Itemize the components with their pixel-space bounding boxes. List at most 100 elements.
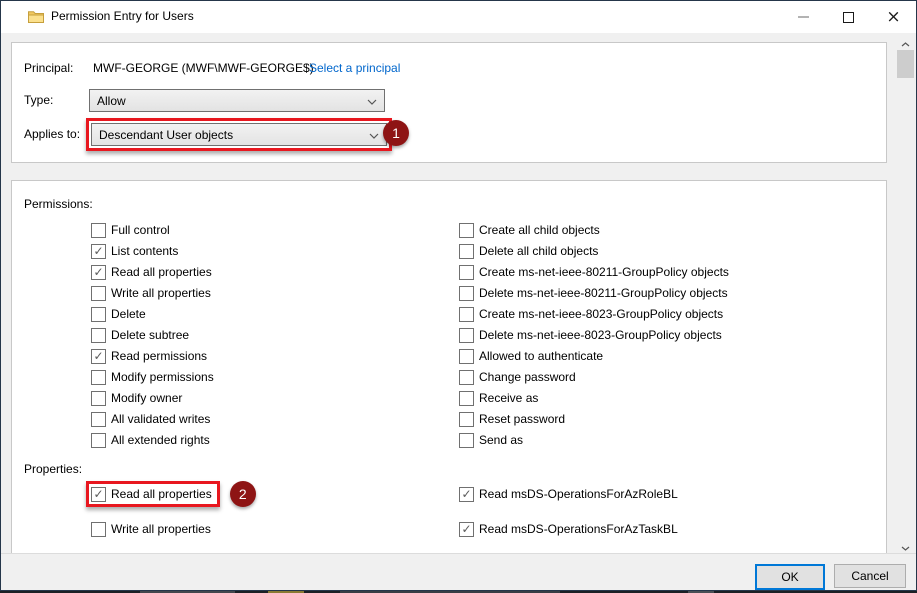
- applies-to-dropdown-value: Descendant User objects: [99, 128, 233, 142]
- checkbox-write-all-properties[interactable]: Write all properties: [91, 285, 214, 301]
- checkbox-label: Send as: [479, 433, 523, 447]
- unchecked-checkbox-icon: [459, 391, 474, 406]
- chevron-down-icon: [367, 94, 377, 108]
- checkbox-label: Create ms-net-ieee-80211-GroupPolicy obj…: [479, 265, 729, 279]
- checked-checkbox-icon: ✓: [91, 349, 106, 364]
- unchecked-checkbox-icon: [459, 370, 474, 385]
- cancel-button[interactable]: Cancel: [834, 564, 906, 588]
- checked-checkbox-icon: ✓: [91, 487, 106, 502]
- checkbox-read-all-properties[interactable]: ✓ Read all properties: [91, 264, 214, 280]
- checkbox-label: Delete ms-net-ieee-8023-GroupPolicy obje…: [479, 328, 722, 342]
- checked-checkbox-icon: ✓: [91, 265, 106, 280]
- checkbox-label: Create all child objects: [479, 223, 600, 237]
- title-bar: Permission Entry for Users ×: [1, 1, 916, 33]
- scrollbar-thumb[interactable]: [897, 50, 914, 78]
- window-controls: ×: [781, 1, 916, 33]
- checkbox-all-validated-writes[interactable]: All validated writes: [91, 411, 214, 427]
- checkbox-label: Modify permissions: [111, 370, 214, 384]
- unchecked-checkbox-icon: [459, 286, 474, 301]
- checkbox-reset-password[interactable]: Reset password: [459, 411, 729, 427]
- close-button[interactable]: ×: [871, 1, 916, 33]
- checkbox-create-ms-net-ieee-80211-grouppolicy-objects[interactable]: Create ms-net-ieee-80211-GroupPolicy obj…: [459, 264, 729, 280]
- checkbox-label: Delete subtree: [111, 328, 189, 342]
- checkbox-modify-owner[interactable]: Modify owner: [91, 390, 214, 406]
- checkbox-delete-all-child-objects[interactable]: Delete all child objects: [459, 243, 729, 259]
- annotation-badge-1: 1: [383, 120, 409, 146]
- chevron-down-icon: [369, 128, 379, 142]
- vertical-scrollbar[interactable]: [897, 39, 914, 554]
- screenshot-stage: Permission Entry for Users × Principal: …: [0, 0, 917, 593]
- annotation-badge-2: 2: [230, 481, 256, 507]
- maximize-icon: [843, 12, 854, 23]
- type-dropdown-value: Allow: [97, 94, 126, 108]
- select-principal-link[interactable]: Select a principal: [309, 61, 400, 75]
- unchecked-checkbox-icon: [459, 412, 474, 427]
- ok-button[interactable]: OK: [755, 564, 825, 590]
- chevron-down-icon: [901, 546, 910, 551]
- applies-to-dropdown[interactable]: Descendant User objects: [91, 123, 387, 146]
- close-icon: ×: [886, 9, 900, 26]
- checkbox-label: All extended rights: [111, 433, 210, 447]
- checkbox-label: Write all properties: [111, 522, 211, 536]
- checkbox-read-permissions[interactable]: ✓Read permissions: [91, 348, 214, 364]
- checkbox-label: Write all properties: [111, 286, 211, 300]
- checkbox-label: Create ms-net-ieee-8023-GroupPolicy obje…: [479, 307, 723, 321]
- scrollbar-up-button[interactable]: [897, 39, 914, 50]
- applies-to-label: Applies to:: [24, 127, 80, 141]
- checkbox-delete-subtree[interactable]: Delete subtree: [91, 327, 214, 343]
- checkbox-change-password[interactable]: Change password: [459, 369, 729, 385]
- permissions-left-column: Full control✓List contents✓Read all prop…: [91, 222, 214, 453]
- checkbox-all-extended-rights[interactable]: All extended rights: [91, 432, 214, 448]
- maximize-button[interactable]: [826, 1, 871, 33]
- unchecked-checkbox-icon: [459, 349, 474, 364]
- checkbox-label: Change password: [479, 370, 576, 384]
- checkbox-delete[interactable]: Delete: [91, 306, 214, 322]
- unchecked-checkbox-icon: [91, 391, 106, 406]
- unchecked-checkbox-icon: [91, 223, 106, 238]
- annotation-highlight-box-2: ✓Read all properties2: [86, 481, 220, 507]
- checkbox-label: Receive as: [479, 391, 538, 405]
- checkbox-create-all-child-objects[interactable]: Create all child objects: [459, 222, 729, 238]
- minimize-button[interactable]: [781, 1, 826, 33]
- principal-label: Principal:: [24, 61, 73, 75]
- checkbox-delete-ms-net-ieee-8023-grouppolicy-objects[interactable]: Delete ms-net-ieee-8023-GroupPolicy obje…: [459, 327, 729, 343]
- properties-right-column: ✓Read msDS-OperationsForAzRoleBL✓Read ms…: [459, 486, 678, 556]
- checkbox-label: Read all properties: [111, 265, 212, 279]
- properties-left-column: ✓Read all properties2Write all propertie…: [91, 481, 220, 537]
- checkbox-label: Allowed to authenticate: [479, 349, 603, 363]
- checkbox-full-control[interactable]: Full control: [91, 222, 214, 238]
- checkbox-list-contents[interactable]: ✓List contents: [91, 243, 214, 259]
- checkbox-label: All validated writes: [111, 412, 210, 426]
- checkbox-write-all-properties[interactable]: Write all properties: [91, 521, 220, 537]
- type-label: Type:: [24, 93, 53, 107]
- type-dropdown[interactable]: Allow: [89, 89, 385, 112]
- checkbox-allowed-to-authenticate[interactable]: Allowed to authenticate: [459, 348, 729, 364]
- checkbox-label: Read msDS-OperationsForAzTaskBL: [479, 522, 678, 536]
- unchecked-checkbox-icon: [91, 370, 106, 385]
- unchecked-checkbox-icon: [91, 522, 106, 537]
- permissions-right-column: Create all child objects Delete all child…: [459, 222, 729, 453]
- checkbox-label: Read all properties: [111, 487, 212, 501]
- checkbox-create-ms-net-ieee-8023-grouppolicy-objects[interactable]: Create ms-net-ieee-8023-GroupPolicy obje…: [459, 306, 729, 322]
- permissions-label: Permissions:: [24, 197, 93, 211]
- checkbox-label: Full control: [111, 223, 170, 237]
- checkbox-delete-ms-net-ieee-80211-grouppolicy-objects[interactable]: Delete ms-net-ieee-80211-GroupPolicy obj…: [459, 285, 729, 301]
- permission-entry-dialog: Permission Entry for Users × Principal: …: [0, 0, 917, 591]
- checkbox-send-as[interactable]: Send as: [459, 432, 729, 448]
- chevron-up-icon: [901, 42, 910, 47]
- checked-checkbox-icon: ✓: [459, 522, 474, 537]
- checkbox-modify-permissions[interactable]: Modify permissions: [91, 369, 214, 385]
- unchecked-checkbox-icon: [91, 412, 106, 427]
- checkbox-read-msds-operationsforaztaskbl[interactable]: ✓ Read msDS-OperationsForAzTaskBL: [459, 521, 678, 537]
- properties-label: Properties:: [24, 462, 82, 476]
- checkbox-read-msds-operationsforazrolebl[interactable]: ✓Read msDS-OperationsForAzRoleBL: [459, 486, 678, 502]
- minimize-icon: [798, 16, 809, 18]
- checkbox-label: Delete: [111, 307, 146, 321]
- checked-checkbox-icon: ✓: [91, 244, 106, 259]
- checkbox-label: Modify owner: [111, 391, 182, 405]
- checkbox-receive-as[interactable]: Receive as: [459, 390, 729, 406]
- checkbox-read-all-properties[interactable]: ✓ Read all properties: [91, 486, 212, 502]
- checkbox-label: Delete all child objects: [479, 244, 598, 258]
- checked-checkbox-icon: ✓: [459, 487, 474, 502]
- checkbox-label: Reset password: [479, 412, 565, 426]
